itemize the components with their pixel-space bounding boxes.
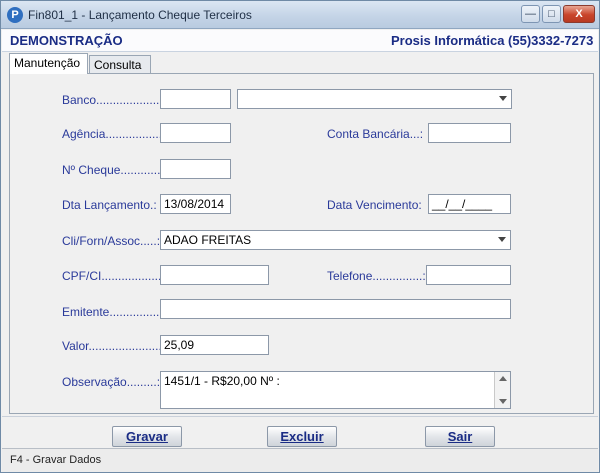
conta-label: Conta Bancária...: (327, 127, 424, 141)
emitente-field[interactable] (160, 299, 511, 319)
title-bar[interactable]: P Fin801_1 - Lançamento Cheque Terceiros… (1, 1, 599, 29)
cheque-label: Nº Cheque............: (62, 163, 164, 177)
valor-field[interactable]: 25,09 (160, 335, 269, 355)
maximize-icon: □ (548, 8, 555, 20)
memo-scrollbar[interactable] (494, 372, 510, 408)
maximize-button[interactable]: □ (542, 5, 561, 23)
tab-manutencao[interactable]: Manutenção (9, 53, 88, 74)
minimize-button[interactable]: — (521, 5, 540, 23)
cpf-field[interactable] (160, 265, 269, 285)
dta-lancamento-label: Dta Lançamento.: (62, 198, 157, 212)
cpf-label: CPF/CI.....................: (62, 269, 175, 283)
agencia-field[interactable] (160, 123, 231, 143)
company-header: DEMONSTRAÇÃO Prosis Informática (55)3332… (2, 30, 598, 52)
sair-button[interactable]: Sair (425, 426, 495, 447)
close-button[interactable]: X (563, 5, 595, 23)
scroll-up-icon[interactable] (499, 376, 507, 381)
cliente-combo[interactable]: ADAO FREITAS (160, 230, 511, 250)
observacao-label: Observação.........: (62, 375, 161, 389)
cheque-field[interactable] (160, 159, 231, 179)
observacao-memo[interactable]: 1451/1 - R$20,00 Nº : (160, 371, 511, 409)
close-icon: X (575, 8, 583, 20)
cliente-value: ADAO FREITAS (164, 233, 252, 247)
status-text: F4 - Gravar Dados (10, 454, 102, 466)
minimize-icon: — (525, 8, 536, 20)
chevron-down-icon[interactable] (498, 237, 506, 242)
observacao-value: 1451/1 - R$20,00 Nº : (164, 374, 280, 388)
app-icon: P (7, 7, 23, 23)
banco-name-combo[interactable] (237, 89, 512, 109)
banco-label: Banco.......................: (62, 93, 177, 107)
banco-code-field[interactable] (160, 89, 231, 109)
emitente-label: Emitente.................: (62, 305, 170, 319)
cliente-label: Cli/Forn/Assoc.....: (62, 234, 161, 248)
tab-consulta[interactable]: Consulta (89, 55, 151, 73)
data-vencimento-field[interactable]: __/__/____ (428, 194, 511, 214)
window-title: Fin801_1 - Lançamento Cheque Terceiros (28, 8, 252, 22)
status-bar: F4 - Gravar Dados (2, 448, 598, 472)
company-name: DEMONSTRAÇÃO (10, 33, 123, 48)
scroll-down-icon[interactable] (499, 399, 507, 404)
gravar-button[interactable]: Gravar (112, 426, 182, 447)
vendor-info: Prosis Informática (55)3332-7273 (391, 33, 594, 48)
main-window: P Fin801_1 - Lançamento Cheque Terceiros… (0, 0, 600, 473)
telefone-label: Telefone...............: (327, 269, 426, 283)
dta-lancamento-field[interactable]: 13/08/2014 (160, 194, 231, 214)
excluir-button[interactable]: Excluir (267, 426, 337, 447)
valor-label: Valor........................: (62, 339, 172, 353)
chevron-down-icon[interactable] (499, 96, 507, 101)
data-vencimento-label: Data Vencimento: (327, 198, 422, 212)
agencia-label: Agência.................: (62, 127, 166, 141)
telefone-field[interactable] (426, 265, 511, 285)
conta-field[interactable] (428, 123, 511, 143)
